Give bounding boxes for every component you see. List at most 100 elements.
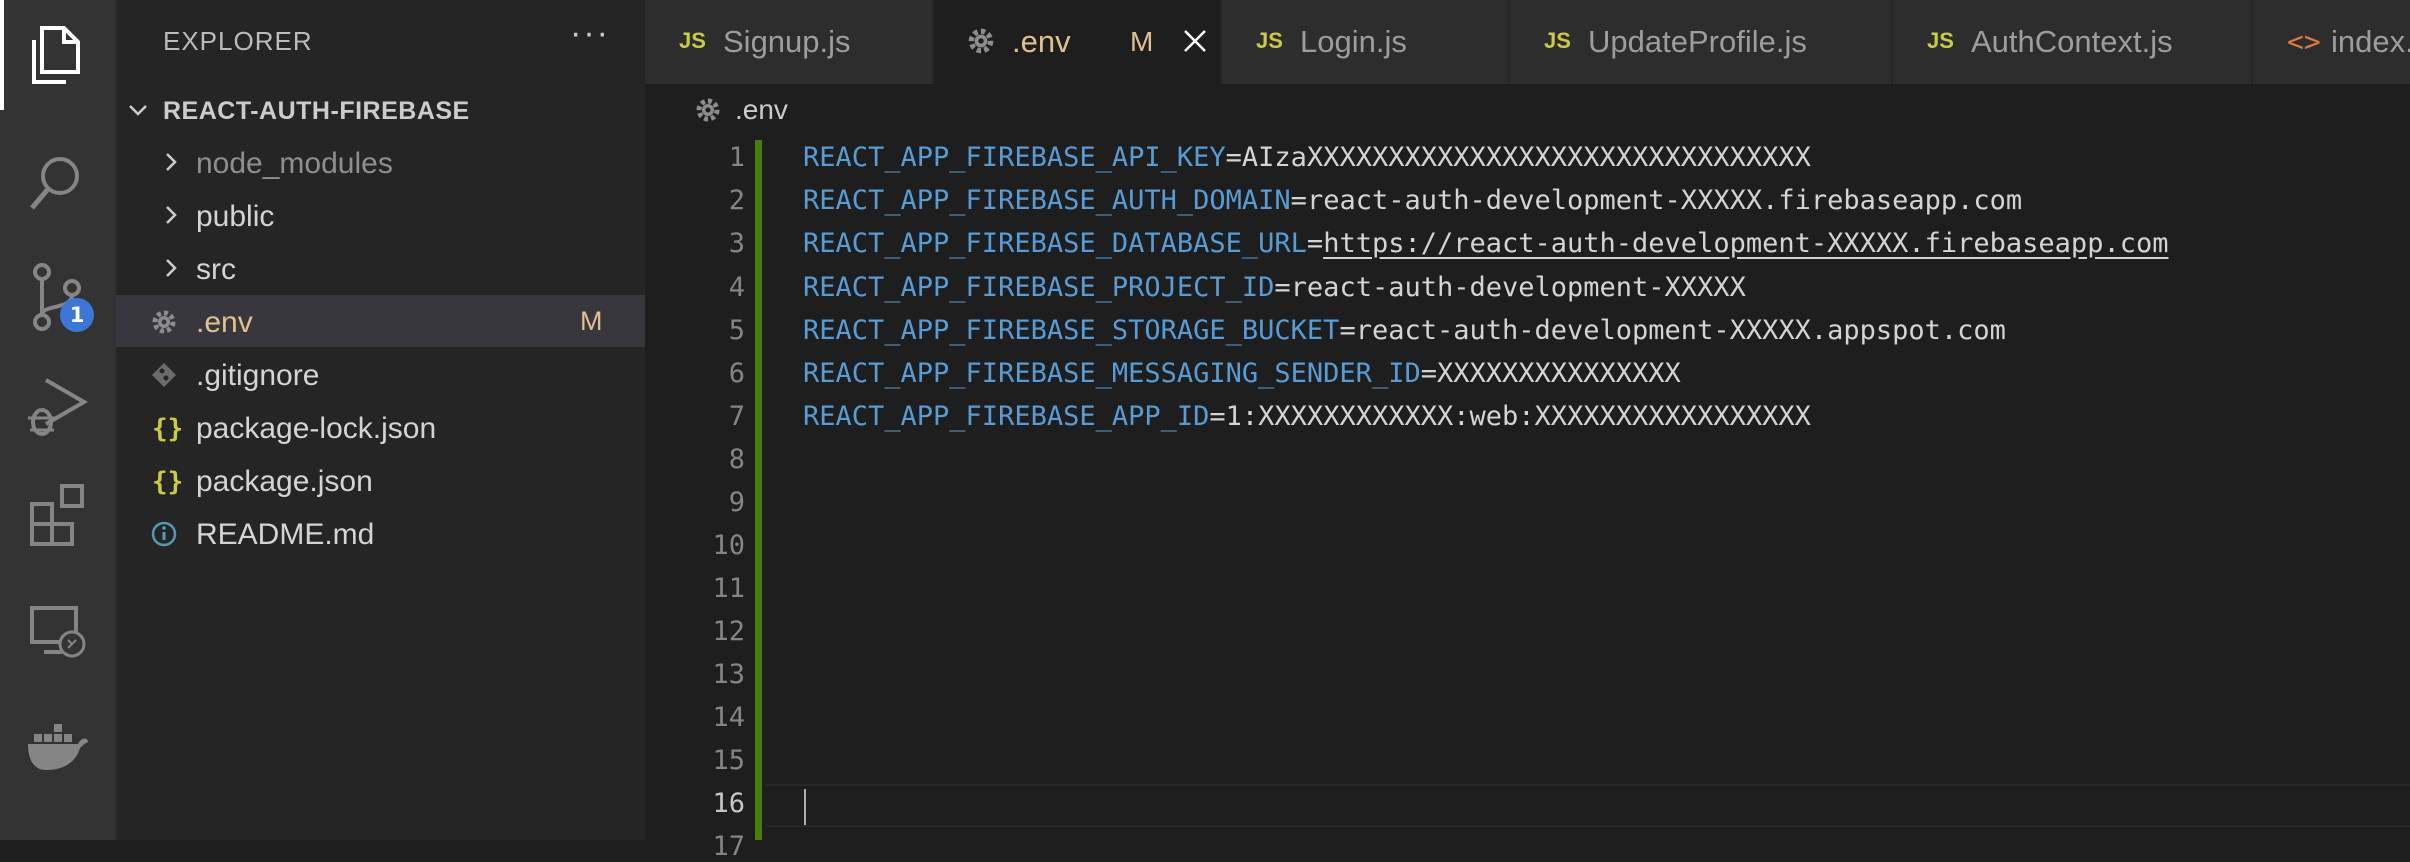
gear-icon xyxy=(968,28,994,54)
tab-login[interactable]: JS Login.js xyxy=(1222,0,1510,84)
explorer-activity-button[interactable] xyxy=(0,0,116,110)
more-actions-button[interactable]: ··· xyxy=(570,14,610,53)
tab-env[interactable]: .env M xyxy=(934,0,1222,84)
modified-status-badge: M xyxy=(1130,26,1154,57)
tab-label: index. xyxy=(2331,24,2410,59)
html-file-icon: <> xyxy=(2287,25,2321,58)
js-file-icon: JS xyxy=(1544,28,1571,53)
extensions-icon xyxy=(30,484,84,546)
env-equals: = xyxy=(1306,228,1324,259)
env-equals: = xyxy=(1274,272,1291,303)
tree-item-label: README.md xyxy=(196,518,375,551)
line-number: 11 xyxy=(712,573,745,604)
tree-item-label: node_modules xyxy=(196,147,393,180)
env-value: react-auth-development-XXXXX xyxy=(1290,272,1746,303)
modified-status-badge: M xyxy=(580,306,603,336)
env-value: 1:XXXXXXXXXXXX:web:XXXXXXXXXXXXXXXXX xyxy=(1225,401,1811,432)
tree-item-label: package-lock.json xyxy=(196,412,437,445)
tree-item-label: package.json xyxy=(196,465,373,498)
git-icon xyxy=(152,363,176,387)
code-line[interactable]: REACT_APP_FIREBASE_STORAGE_BUCKET=react-… xyxy=(803,315,2006,358)
line-number: 15 xyxy=(712,745,745,776)
tree-item-label: .env xyxy=(196,306,253,339)
line-number: 5 xyxy=(728,315,745,346)
env-value: react-auth-development-XXXXX.appspot.com xyxy=(1355,315,2006,346)
tab-label: AuthContext.js xyxy=(1971,24,2173,59)
env-value: XXXXXXXXXXXXXXX xyxy=(1436,358,1681,389)
line-number: 12 xyxy=(712,616,745,647)
tree-item-gitignore[interactable]: .gitignore xyxy=(116,348,645,400)
breadcrumb-file: .env xyxy=(735,94,788,125)
tree-item-label: public xyxy=(196,200,275,233)
docker-activity-button[interactable] xyxy=(0,700,116,800)
env-key: REACT_APP_FIREBASE_APP_ID xyxy=(803,401,1210,432)
run-debug-icon xyxy=(28,378,88,436)
code-line[interactable]: REACT_APP_FIREBASE_MESSAGING_SENDER_ID=X… xyxy=(803,358,1681,401)
line-number: 1 xyxy=(728,142,745,173)
remote-explorer-activity-button[interactable] xyxy=(0,580,116,680)
tab-auth-context[interactable]: JS AuthContext.js xyxy=(1893,0,2253,84)
tree-item-package-json[interactable]: {} package.json xyxy=(116,454,645,506)
line-number: 2 xyxy=(728,185,745,216)
code-line[interactable]: REACT_APP_FIREBASE_DATABASE_URL=https://… xyxy=(803,228,2168,271)
tree-item-public[interactable]: public xyxy=(116,189,645,241)
activity-bar: 1 xyxy=(0,0,116,840)
docker-icon xyxy=(28,724,88,770)
chevron-down-icon xyxy=(129,105,147,116)
source-control-badge: 1 xyxy=(60,298,94,332)
project-folder-header[interactable]: REACT-AUTH-FIREBASE xyxy=(116,90,645,130)
code-line[interactable]: REACT_APP_FIREBASE_APP_ID=1:XXXXXXXXXXXX… xyxy=(803,401,1811,444)
env-value: AIzaXXXXXXXXXXXXXXXXXXXXXXXXXXXXXXX xyxy=(1241,142,1811,173)
env-equals: = xyxy=(1225,142,1242,173)
line-number-current: 16 xyxy=(712,788,745,819)
line-number: 6 xyxy=(728,358,745,389)
search-icon xyxy=(30,157,79,210)
tree-item-label: src xyxy=(196,253,236,286)
json-icon: {} xyxy=(152,467,184,497)
tab-label: Login.js xyxy=(1300,24,1407,59)
code-line[interactable]: REACT_APP_FIREBASE_AUTH_DOMAIN=react-aut… xyxy=(803,185,2022,228)
close-icon[interactable] xyxy=(1182,28,1208,54)
js-file-icon: JS xyxy=(1927,28,1954,53)
source-control-activity-button[interactable]: 1 xyxy=(0,240,116,340)
line-number: 13 xyxy=(712,659,745,690)
run-debug-activity-button[interactable] xyxy=(0,350,116,450)
line-number: 3 xyxy=(728,228,745,259)
files-icon xyxy=(32,26,80,84)
env-key: REACT_APP_FIREBASE_DATABASE_URL xyxy=(803,228,1307,259)
line-number: 9 xyxy=(728,487,745,518)
tree-item-env[interactable]: .env M xyxy=(116,295,645,347)
chevron-right-icon xyxy=(166,259,177,277)
js-file-icon: JS xyxy=(679,28,706,53)
env-equals: = xyxy=(1420,358,1437,389)
tree-item-node-modules[interactable]: node_modules xyxy=(116,136,645,188)
code-line[interactable]: REACT_APP_FIREBASE_API_KEY=AIzaXXXXXXXXX… xyxy=(803,142,1811,185)
git-diff-added-indicator xyxy=(755,140,762,840)
env-value-link[interactable]: https://react-auth-development-XXXXX.fir… xyxy=(1323,228,2168,259)
tab-index[interactable]: <> index. xyxy=(2253,0,2410,84)
tree-item-label: .gitignore xyxy=(196,359,320,392)
js-file-icon: JS xyxy=(1256,28,1283,53)
search-activity-button[interactable] xyxy=(0,130,116,230)
tab-signup[interactable]: JS Signup.js xyxy=(645,0,934,84)
env-value: react-auth-development-XXXXX.firebaseapp… xyxy=(1306,185,2023,216)
env-key: REACT_APP_FIREBASE_PROJECT_ID xyxy=(803,272,1275,303)
line-number: 8 xyxy=(728,444,745,475)
json-icon: {} xyxy=(152,414,184,444)
remote-explorer-icon xyxy=(30,606,86,658)
tree-item-readme[interactable]: README.md xyxy=(116,507,645,559)
extensions-activity-button[interactable] xyxy=(0,460,116,560)
line-number: 10 xyxy=(712,530,745,561)
current-line-highlight xyxy=(766,784,2410,827)
line-number: 7 xyxy=(728,401,745,432)
tab-label: Signup.js xyxy=(723,24,851,59)
info-icon xyxy=(151,521,177,547)
code-line[interactable]: REACT_APP_FIREBASE_PROJECT_ID=react-auth… xyxy=(803,272,1746,315)
tab-update-profile[interactable]: JS UpdateProfile.js xyxy=(1510,0,1893,84)
tree-item-package-lock[interactable]: {} package-lock.json xyxy=(116,401,645,453)
env-equals: = xyxy=(1339,315,1356,346)
tree-item-src[interactable]: src xyxy=(116,242,645,294)
env-key: REACT_APP_FIREBASE_AUTH_DOMAIN xyxy=(803,185,1291,216)
tab-label: .env xyxy=(1012,24,1071,59)
env-key: REACT_APP_FIREBASE_STORAGE_BUCKET xyxy=(803,315,1340,346)
